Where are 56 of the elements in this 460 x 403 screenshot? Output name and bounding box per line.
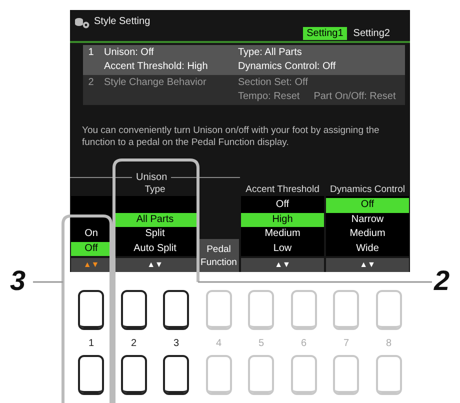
option-item[interactable]: Auto Split (114, 242, 196, 256)
panel-button[interactable] (78, 355, 104, 395)
option-item[interactable]: Split (114, 227, 196, 242)
panel-button[interactable] (163, 355, 190, 395)
pedal-function-button[interactable]: Pedal Function (198, 239, 239, 272)
option-item[interactable]: All Parts (114, 212, 196, 227)
option-item[interactable]: Wide (326, 242, 409, 256)
info-message: You can conveniently turn Unison on/off with your foot by assigning the function to a pedal on the Pedal Function display. (82, 125, 380, 149)
button-number: 1 (88, 338, 94, 350)
button-number: 3 (173, 338, 180, 350)
option-item[interactable]: Narrow (326, 212, 409, 227)
value-arrows[interactable]: ▲▼ (326, 258, 409, 272)
option-item[interactable]: Off (241, 198, 324, 212)
button-number: 2 (130, 338, 137, 350)
setting-value: Tempo: Reset (238, 90, 300, 104)
panel-button[interactable] (163, 290, 190, 330)
setting-value: Type: All Parts (238, 46, 302, 60)
button-number: 4 (216, 338, 222, 350)
column-header: Accent Threshold (244, 183, 320, 196)
step-number: 3 (10, 266, 26, 296)
value-arrows[interactable]: ▲▼ (241, 258, 324, 272)
group-label: Unison (135, 172, 168, 183)
column-header: Type (144, 183, 166, 196)
tab[interactable]: Setting1 (302, 27, 348, 40)
row-number: 2 (87, 76, 95, 90)
setting-label: Accent Threshold: High (104, 60, 209, 74)
window-title: Style Setting (94, 16, 150, 27)
option-item[interactable]: Off (326, 198, 409, 212)
option-item[interactable]: High (241, 212, 324, 227)
value-arrows[interactable]: ▲▼ (71, 258, 112, 272)
button-number: 6 (300, 338, 307, 350)
panel-button[interactable] (120, 355, 147, 395)
step-number: 2 (434, 266, 450, 296)
option-item[interactable]: Medium (241, 227, 324, 242)
row-number: 1 (87, 46, 95, 60)
option-item[interactable]: On (71, 227, 112, 242)
settings-icon (74, 17, 91, 29)
option-item[interactable]: Low (241, 242, 324, 256)
leader-line (33, 281, 63, 283)
setting-label: Style Change Behavior (104, 76, 208, 90)
settings-row[interactable]: 2 Style Change Behavior Section Set: Off Tempo: Reset Part On/Off: Reset (83, 75, 405, 105)
button-number: 7 (343, 338, 350, 350)
column-header: Dynamics Control (329, 183, 406, 196)
setting-label: Unison: Off (104, 46, 155, 60)
panel-button[interactable] (120, 290, 147, 330)
value-arrows[interactable]: ▲▼ (114, 258, 196, 272)
option-item[interactable]: Off (71, 242, 112, 256)
option-item[interactable]: Medium (326, 227, 409, 242)
setting-value: Section Set: Off (238, 76, 308, 90)
button-number: 5 (258, 338, 264, 350)
setting-value: Dynamics Control: Off (238, 60, 336, 74)
settings-row[interactable]: 1 Unison: Off Accent Threshold: High Type: All Parts Dynamics Control: Off (83, 45, 405, 75)
button-number: 8 (386, 338, 392, 350)
panel-button[interactable] (78, 290, 104, 330)
setting-value: Part On/Off: Reset (314, 90, 396, 104)
tab[interactable]: Setting2 (349, 27, 394, 40)
